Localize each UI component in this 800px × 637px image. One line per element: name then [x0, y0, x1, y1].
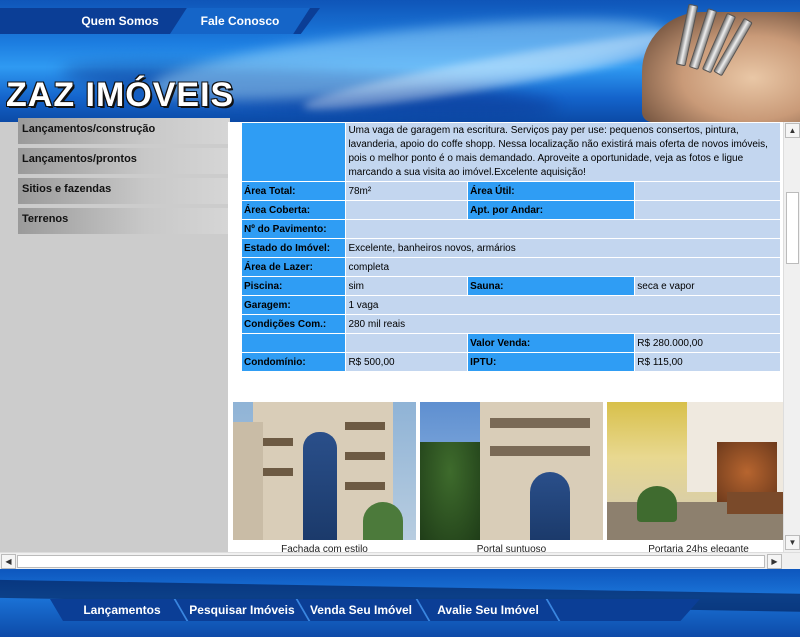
property-description: Uma vaga de garagem na escritura. Serviç…: [346, 123, 780, 181]
table-row: Nº do Pavimento:: [242, 220, 780, 238]
nav-quem-somos[interactable]: Quem Somos: [66, 8, 174, 34]
property-details-table: Uma vaga de garagem na escritura. Serviç…: [241, 122, 781, 372]
scroll-down-icon[interactable]: ▼: [785, 535, 800, 550]
sidebar-item-lancamentos-construcao[interactable]: Lançamentos/construção: [18, 118, 230, 144]
vertical-scroll-thumb[interactable]: [786, 192, 799, 264]
site-header: Quem Somos Fale Conosco ZAZ IMÓVEIS: [0, 0, 800, 122]
table-row: Piscina: sim Sauna: seca e vapor: [242, 277, 780, 295]
valor-venda-value: R$ 280.000,00: [635, 334, 780, 352]
apt-por-andar-value: [635, 201, 780, 219]
estado-imovel-label: Estado do Imóvel:: [242, 239, 346, 257]
apt-por-andar-label: Apt. por Andar:: [468, 201, 635, 219]
scroll-left-icon[interactable]: ◀: [1, 554, 16, 569]
table-row: Condomínio: R$ 500,00 IPTU: R$ 115,00: [242, 353, 780, 371]
table-row: Uma vaga de garagem na escritura. Serviç…: [242, 123, 780, 181]
site-footer: Lançamentos Pesquisar Imóveis Venda Seu …: [0, 569, 800, 637]
empty-label-cell: [242, 334, 346, 352]
garagem-label: Garagem:: [242, 296, 346, 314]
garagem-value: 1 vaga: [346, 296, 780, 314]
area-util-value: [635, 182, 780, 200]
nav-avalie-seu-imovel[interactable]: Avalie Seu Imóvel: [430, 599, 546, 621]
photo-caption: Fachada com estilo: [281, 544, 368, 552]
site-logo[interactable]: ZAZ IMÓVEIS: [6, 76, 234, 115]
top-nav: Quem Somos Fale Conosco: [0, 0, 320, 34]
condominio-value: R$ 500,00: [346, 353, 468, 371]
area-coberta-label: Área Coberta:: [242, 201, 346, 219]
estado-imovel-value: Excelente, banheiros novos, armários: [346, 239, 780, 257]
sidebar-item-terrenos[interactable]: Terrenos: [18, 208, 230, 234]
table-row: Área Total: 78m² Área Útil:: [242, 182, 780, 200]
horizontal-scrollbar[interactable]: ◀ ▶: [0, 552, 800, 569]
piscina-value: sim: [346, 277, 468, 295]
nav-pesquisar-imoveis[interactable]: Pesquisar Imóveis: [184, 599, 300, 621]
vertical-scrollbar[interactable]: ▲ ▼: [783, 122, 800, 552]
sauna-label: Sauna:: [468, 277, 635, 295]
pavimento-label: Nº do Pavimento:: [242, 220, 346, 238]
piscina-label: Piscina:: [242, 277, 346, 295]
horizontal-scroll-thumb[interactable]: [17, 555, 765, 568]
pavimento-value: [346, 220, 780, 238]
iptu-label: IPTU:: [468, 353, 635, 371]
area-util-label: Área Útil:: [468, 182, 635, 200]
table-row: Garagem: 1 vaga: [242, 296, 780, 314]
nav-fale-conosco[interactable]: Fale Conosco: [170, 8, 310, 34]
iptu-value: R$ 115,00: [635, 353, 780, 371]
scroll-right-icon[interactable]: ▶: [767, 554, 782, 569]
hand-with-keys-image: [642, 3, 800, 122]
photo-portaria[interactable]: [607, 402, 783, 540]
sidebar-item-sitios-fazendas[interactable]: Sitios e fazendas: [18, 178, 230, 204]
condominio-label: Condomínio:: [242, 353, 346, 371]
table-row: Área de Lazer: completa: [242, 258, 780, 276]
photo-portal[interactable]: [420, 402, 603, 540]
area-lazer-value: completa: [346, 258, 780, 276]
condicoes-value: 280 mil reais: [346, 315, 780, 333]
photo-caption: Portaria 24hs elegante: [648, 544, 749, 552]
area-lazer-label: Área de Lazer:: [242, 258, 346, 276]
valor-venda-label: Valor Venda:: [468, 334, 635, 352]
sidebar: Lançamentos/construção Lançamentos/pront…: [0, 118, 230, 552]
condicoes-label: Condições Com.:: [242, 315, 346, 333]
area-total-value: 78m²: [346, 182, 468, 200]
table-row: Condições Com.: 280 mil reais: [242, 315, 780, 333]
table-row: Estado do Imóvel: Excelente, banheiros n…: [242, 239, 780, 257]
listing-content: Uma vaga de garagem na escritura. Serviç…: [228, 122, 783, 552]
empty-value-cell: [346, 334, 468, 352]
photo-caption: Portal suntuoso: [476, 544, 547, 552]
sauna-value: seca e vapor: [635, 277, 780, 295]
sidebar-item-lancamentos-prontos[interactable]: Lançamentos/prontos: [18, 148, 230, 174]
area-total-label: Área Total:: [242, 182, 346, 200]
photo-gallery: Fachada com estilo Portal suntuoso Porta…: [232, 402, 783, 552]
table-row: Valor Venda: R$ 280.000,00: [242, 334, 780, 352]
photo-fachada[interactable]: [233, 402, 416, 540]
table-row: Área Coberta: Apt. por Andar:: [242, 201, 780, 219]
scroll-up-icon[interactable]: ▲: [785, 123, 800, 138]
nav-venda-seu-imovel[interactable]: Venda Seu Imóvel: [306, 599, 416, 621]
description-label-cell: [242, 123, 346, 181]
area-coberta-value: [346, 201, 468, 219]
page: Quem Somos Fale Conosco ZAZ IMÓVEIS Lanç…: [0, 0, 800, 637]
nav-lancamentos[interactable]: Lançamentos: [62, 599, 182, 621]
